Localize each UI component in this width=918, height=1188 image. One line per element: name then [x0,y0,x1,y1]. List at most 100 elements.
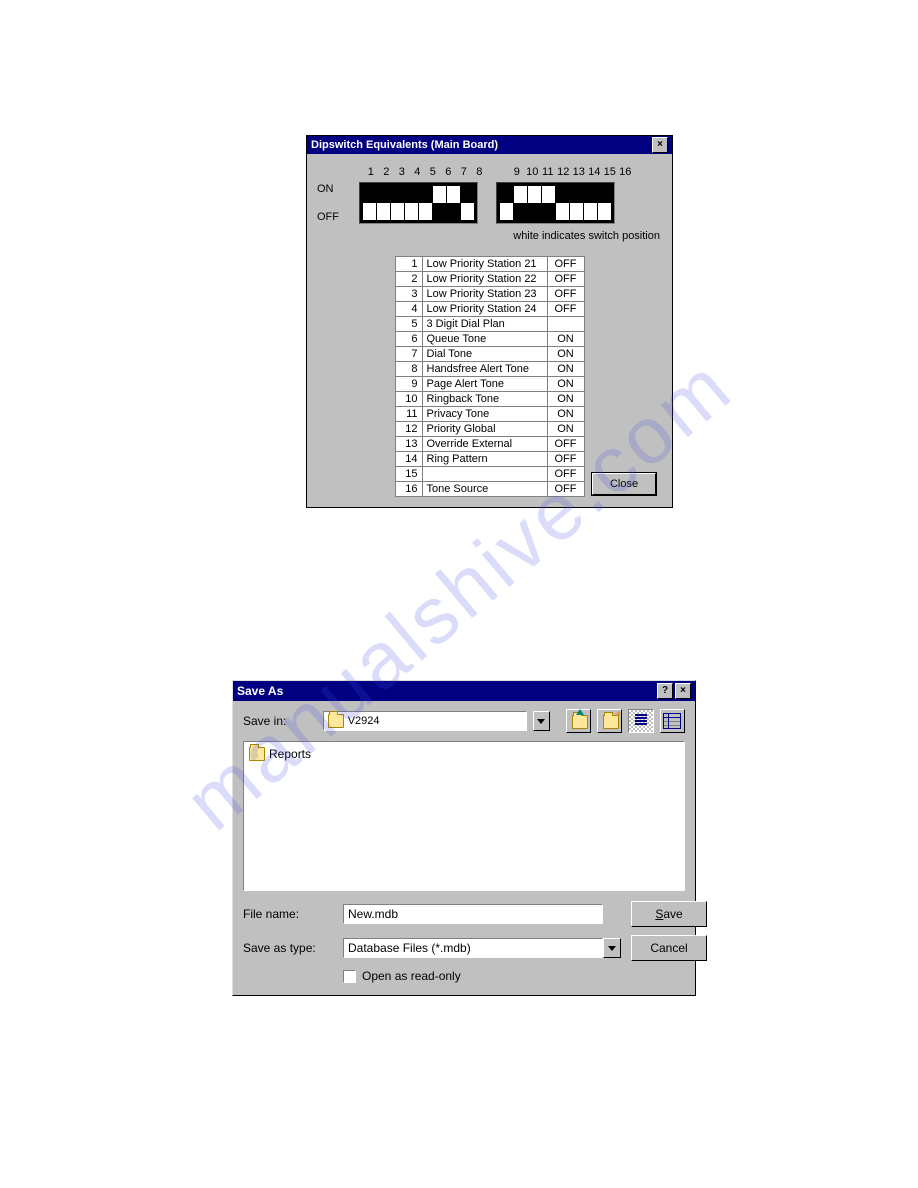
chevron-down-icon[interactable] [533,711,551,731]
row-label: Ringback Tone [422,392,547,407]
list-item[interactable]: Reports [248,746,680,762]
dip-switch[interactable] [363,186,376,220]
table-row: 6Queue ToneON [395,332,584,347]
dip-switch[interactable] [542,186,555,220]
row-state: ON [547,347,584,362]
row-label: Low Priority Station 23 [422,287,547,302]
dip-switch[interactable] [500,186,513,220]
dipswitch-caption: white indicates switch position [317,230,662,242]
row-state: OFF [547,467,584,482]
table-row: 12Priority GlobalON [395,422,584,437]
dip-switch[interactable] [556,186,569,220]
chevron-down-icon[interactable] [603,938,621,958]
saveastype-value: Database Files (*.mdb) [348,941,471,955]
dipswitch-dialog: Dipswitch Equivalents (Main Board) × 123… [306,135,673,508]
readonly-checkbox[interactable] [343,970,356,983]
filename-label: File name: [243,907,333,921]
row-label: Tone Source [422,482,547,497]
folder-icon [328,714,344,728]
row-label: Privacy Tone [422,407,547,422]
dip-switch[interactable] [419,186,432,220]
dip-block-1 [359,182,478,224]
table-row: 10Ringback ToneON [395,392,584,407]
dip-switch[interactable] [528,186,541,220]
switch-number: 9 [509,166,525,178]
table-row: 11Privacy ToneON [395,407,584,422]
row-state: ON [547,362,584,377]
dipswitch-titlebar[interactable]: Dipswitch Equivalents (Main Board) × [307,136,672,154]
row-label: Low Priority Station 24 [422,302,547,317]
row-label: Dial Tone [422,347,547,362]
row-state: ON [547,392,584,407]
save-button-rest: ave [663,907,682,921]
dip-switch[interactable] [433,186,446,220]
switch-number: 13 [571,166,587,178]
row-number: 6 [395,332,422,347]
filename-input[interactable]: New.mdb [343,904,603,924]
cancel-button[interactable]: Cancel [631,935,707,961]
new-folder-button[interactable] [597,709,622,733]
row-state: OFF [547,257,584,272]
row-label: Priority Global [422,422,547,437]
dip-switch[interactable] [377,186,390,220]
save-close-icon[interactable]: × [675,683,691,699]
up-folder-button[interactable] [566,709,591,733]
row-number: 13 [395,437,422,452]
row-number: 11 [395,407,422,422]
on-label: ON [317,183,359,195]
details-view-button[interactable] [660,709,685,733]
list-view-button[interactable] [628,709,653,733]
dipswitch-close-icon[interactable]: × [652,137,668,153]
row-state: OFF [547,452,584,467]
save-in-dropdown[interactable]: V2924 [323,711,527,731]
table-row: 16Tone SourceOFF [395,482,584,497]
readonly-label: Open as read-only [362,969,461,983]
switch-number: 8 [472,166,488,178]
saveastype-label: Save as type: [243,941,333,955]
dipswitch-title: Dipswitch Equivalents (Main Board) [311,139,498,151]
row-number: 14 [395,452,422,467]
close-button[interactable]: Close [592,473,656,495]
save-as-dialog: Save As ? × Save in: V2924 Reports [232,680,696,996]
dipswitch-table: 1Low Priority Station 21OFF2Low Priority… [395,256,585,497]
switch-number: 4 [410,166,426,178]
table-row: 2Low Priority Station 22OFF [395,272,584,287]
saveastype-dropdown[interactable]: Database Files (*.mdb) [343,938,621,958]
row-label: Page Alert Tone [422,377,547,392]
switch-number: 2 [379,166,395,178]
dip-switch[interactable] [584,186,597,220]
row-number: 9 [395,377,422,392]
dip-switch[interactable] [391,186,404,220]
row-label: Handsfree Alert Tone [422,362,547,377]
save-button[interactable]: Save [631,901,707,927]
row-label: 3 Digit Dial Plan [422,317,547,332]
row-label [422,467,547,482]
row-number: 3 [395,287,422,302]
dipswitch-number-row: 12345678 910111213141516 [317,166,662,178]
row-state: ON [547,407,584,422]
dip-switch[interactable] [570,186,583,220]
help-icon[interactable]: ? [657,683,673,699]
row-number: 10 [395,392,422,407]
row-number: 7 [395,347,422,362]
dip-switch[interactable] [461,186,474,220]
dip-switch[interactable] [447,186,460,220]
row-label: Queue Tone [422,332,547,347]
switch-number: 7 [456,166,472,178]
row-state: ON [547,332,584,347]
row-state: OFF [547,437,584,452]
row-state: ON [547,422,584,437]
row-label: Ring Pattern [422,452,547,467]
row-number: 2 [395,272,422,287]
switch-number: 10 [525,166,541,178]
dip-switch[interactable] [598,186,611,220]
row-state: ON [547,377,584,392]
folder-icon [249,747,265,761]
save-titlebar[interactable]: Save As ? × [233,681,695,701]
dip-switch[interactable] [405,186,418,220]
switch-number: 16 [618,166,634,178]
switch-number: 14 [587,166,603,178]
file-list[interactable]: Reports [243,741,685,891]
save-in-value: V2924 [348,715,380,727]
dip-switch[interactable] [514,186,527,220]
